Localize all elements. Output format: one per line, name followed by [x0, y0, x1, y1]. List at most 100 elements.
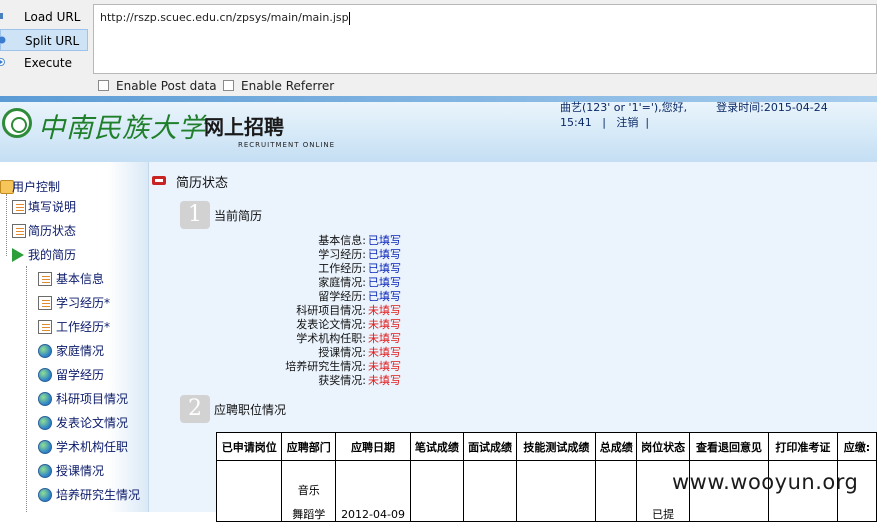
status-value: 未填写 [368, 346, 401, 359]
edit-document-icon [38, 296, 52, 310]
site-title: 网上招聘 [204, 115, 284, 139]
table-header-cell: 技能测试成绩 [516, 432, 597, 461]
status-value: 未填写 [368, 374, 401, 387]
load-url-icon [0, 13, 3, 19]
sidebar-background [108, 162, 148, 512]
tree-line [6, 194, 7, 256]
execute-button[interactable]: Execute [0, 52, 88, 74]
table-cell [595, 460, 638, 522]
table-header-cell: 笔试成绩 [410, 432, 464, 461]
url-input[interactable]: http://rszp.scuec.edu.cn/zpsys/main/main… [93, 4, 877, 74]
status-value: 未填写 [368, 360, 401, 373]
status-value: 未填写 [368, 304, 401, 317]
table-header-cell: 岗位状态 [636, 432, 690, 461]
globe-icon [38, 464, 52, 478]
status-value: 已填写 [368, 248, 401, 261]
split-url-label: Split URL [25, 34, 80, 48]
watermark: www.wooyun.org [672, 470, 859, 494]
sidebar-item-label: 基本信息 [56, 272, 105, 286]
user-info: 曲艺(123' or '1'='),您好, 登录时间:2015-04-24 15… [560, 100, 828, 130]
section-number: 2 [180, 395, 210, 423]
status-label: 工作经历: [318, 262, 366, 275]
table-header-cell: 应聘部门 [281, 432, 337, 461]
sidebar-item-label: 科研项目情况 [56, 392, 129, 406]
university-seal-icon [2, 108, 32, 138]
table-cell [462, 460, 518, 522]
split-url-button[interactable]: Split URL [0, 29, 88, 51]
edit-document-icon [12, 224, 26, 238]
status-value: 已填写 [368, 234, 401, 247]
hackbar-toolbar: Load URL Split URL Execute http://rszp.s… [0, 0, 877, 96]
table-header-cell: 查看退回意见 [688, 432, 769, 461]
status-value: 未填写 [368, 332, 401, 345]
status-label: 留学经历: [318, 290, 366, 303]
globe-icon [38, 416, 52, 430]
table-cell [410, 460, 464, 522]
status-label: 发表论文情况: [296, 318, 366, 331]
status-label: 学习经历: [318, 248, 366, 261]
status-value: 已填写 [368, 276, 401, 289]
table-header-row: 已申请岗位 应聘部门 应聘日期 笔试成绩 面试成绩 技能测试成绩 总成绩 岗位状态 查看退回意见… [215, 432, 877, 461]
status-value: 未填写 [368, 318, 401, 331]
status-label: 获奖情况: [318, 374, 366, 387]
logout-link[interactable]: 注销 [616, 116, 638, 129]
sidebar-item-label: 培养研究生情况 [56, 488, 141, 502]
sidebar-item-label: 留学经历 [56, 368, 105, 382]
arrow-right-icon [152, 176, 166, 185]
sidebar-item-label: 家庭情况 [56, 344, 105, 358]
table-cell: 音乐 舞蹈学 [281, 460, 337, 522]
sidebar-item-label: 发表论文情况 [56, 416, 129, 430]
table-header-cell: 应聘日期 [335, 432, 412, 461]
separator: | [602, 116, 606, 129]
execute-icon [0, 58, 5, 66]
site-banner: 中南民族大学 网上招聘 RECRUITMENT ONLINE 曲艺(123' o… [0, 96, 877, 162]
status-label: 培养研究生情况: [285, 360, 366, 373]
load-url-button[interactable]: Load URL [0, 6, 88, 28]
enable-referrer-label: Enable Referrer [241, 79, 335, 93]
sidebar-item-label: 授课情况 [56, 464, 105, 478]
table-header-cell: 面试成绩 [462, 432, 518, 461]
table-header-cell: 总成绩 [595, 432, 638, 461]
table-header-cell: 打印准考证 [767, 432, 838, 461]
section-number: 1 [180, 201, 210, 229]
sidebar-item-label: 填写说明 [28, 200, 77, 214]
status-label: 基本信息: [318, 234, 366, 247]
url-text: http://rszp.scuec.edu.cn/zpsys/main/main… [100, 11, 350, 25]
enable-referrer-box[interactable] [223, 80, 234, 91]
table-header-cell: 应缴: [836, 432, 877, 461]
separator: | [645, 116, 650, 129]
status-label: 授课情况: [318, 346, 366, 359]
section-title: 当前简历 [214, 209, 263, 223]
status-value: 已填写 [368, 290, 401, 303]
sidebar-item-label: 学术机构任职 [56, 440, 129, 454]
sidebar-item-label: 简历状态 [28, 224, 77, 238]
status-value: 已填写 [368, 262, 401, 275]
login-time: 登录时间:2015-04-24 [716, 101, 828, 114]
sidebar-item-label: 工作经历* [56, 320, 111, 334]
sidebar-item-label: 用户控制 [12, 180, 61, 194]
user-greeting: 曲艺(123' or '1'='),您好, [560, 101, 688, 114]
expand-arrow-icon [12, 248, 24, 262]
globe-icon [38, 392, 52, 406]
main-content: 简历状态 1 当前简历 基本信息: 已填写 学习经历: 已填写 工作经历: 已填写 家庭情况… [149, 162, 877, 522]
globe-icon [38, 368, 52, 382]
status-label: 科研项目情况: [296, 304, 366, 317]
status-label: 学术机构任职: [296, 332, 366, 345]
globe-icon [38, 344, 52, 358]
edit-document-icon [38, 320, 52, 334]
login-time-clock: 15:41 [560, 116, 592, 129]
execute-label: Execute [24, 56, 72, 70]
sidebar-item-label: 我的简历 [28, 248, 77, 262]
edit-document-icon [38, 272, 52, 286]
university-name: 中南民族大学 [38, 113, 206, 144]
table-header-cell: 已申请岗位 [215, 432, 283, 461]
status-label: 家庭情况: [318, 276, 366, 289]
sidebar-item-label: 学习经历* [56, 296, 111, 310]
table-cell [215, 460, 283, 522]
globe-icon [38, 488, 52, 502]
split-url-icon [0, 36, 6, 44]
load-url-label: Load URL [24, 10, 81, 24]
edit-document-icon [12, 200, 26, 214]
sidebar: 用户控制 填写说明 简历状态 我的简历 基本信息 学习经历* 工作经历* 家庭情… [0, 162, 149, 512]
enable-post-box[interactable] [98, 80, 109, 91]
